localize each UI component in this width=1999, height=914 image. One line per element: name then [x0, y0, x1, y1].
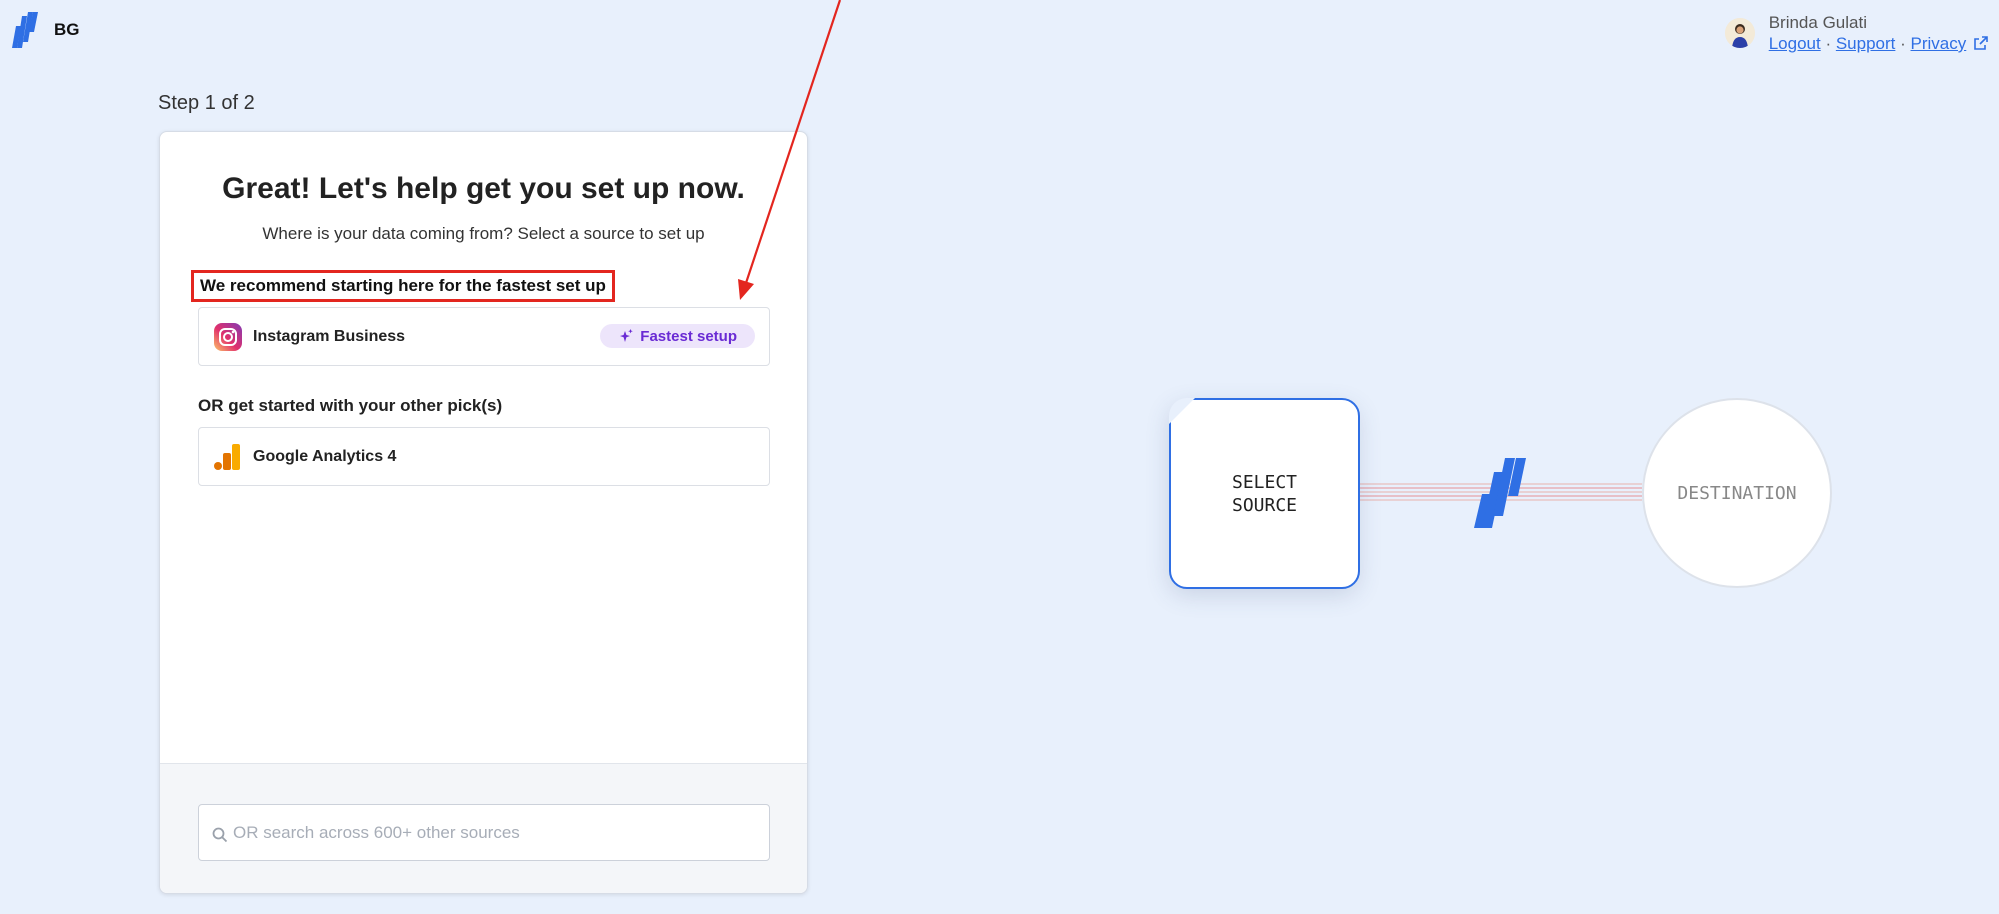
- user-links: Logout · Support · Privacy: [1769, 33, 1989, 54]
- connector-logo-icon: [1474, 458, 1526, 528]
- recommend-label: We recommend starting here for the faste…: [191, 270, 615, 302]
- search-input[interactable]: [229, 805, 769, 860]
- support-link[interactable]: Support: [1836, 34, 1896, 53]
- source-name: Instagram Business: [253, 327, 406, 345]
- link-separator: ·: [1825, 34, 1832, 53]
- user-avatar-icon: [1724, 18, 1755, 48]
- page-subtitle: Where is your data coming from? Select a…: [262, 224, 705, 243]
- external-link-icon[interactable]: [1973, 35, 1989, 51]
- logout-link[interactable]: Logout: [1769, 34, 1821, 53]
- brand: BG: [12, 12, 80, 48]
- card-footer: [160, 763, 807, 893]
- destination-node[interactable]: DESTINATION: [1642, 398, 1832, 588]
- privacy-link[interactable]: Privacy: [1911, 34, 1967, 53]
- source-name: Google Analytics 4: [253, 447, 397, 465]
- search-icon: [212, 827, 228, 842]
- page-title: Great! Let's help get you set up now.: [222, 172, 745, 205]
- sparkle-icon: [620, 329, 634, 342]
- destination-label: DESTINATION: [1677, 482, 1797, 504]
- other-picks-label: OR get started with your other pick(s): [198, 396, 503, 415]
- source-search[interactable]: [198, 804, 770, 861]
- google-analytics-icon: [214, 443, 240, 470]
- instagram-icon: [214, 322, 242, 351]
- user-name: Brinda Gulati: [1768, 13, 1867, 32]
- link-separator: ·: [1900, 34, 1906, 53]
- avatar[interactable]: [1724, 18, 1755, 48]
- source-option-instagram-business[interactable]: Instagram Business Fastest setup: [198, 307, 770, 366]
- brand-initials: BG: [54, 20, 80, 39]
- brand-logo-icon: [12, 12, 38, 48]
- select-source-label: SELECT SOURCE: [1231, 471, 1298, 516]
- fastest-setup-badge: Fastest setup: [600, 324, 755, 348]
- badge-label: Fastest setup: [640, 327, 737, 345]
- step-indicator: Step 1 of 2: [158, 92, 255, 114]
- source-option-google-analytics-4[interactable]: Google Analytics 4: [198, 427, 770, 486]
- setup-card: Great! Let's help get you set up now. Wh…: [159, 131, 808, 894]
- user-menu: Brinda Gulati Logout · Support · Privacy: [1724, 12, 1989, 54]
- select-source-node[interactable]: SELECT SOURCE: [1169, 398, 1360, 589]
